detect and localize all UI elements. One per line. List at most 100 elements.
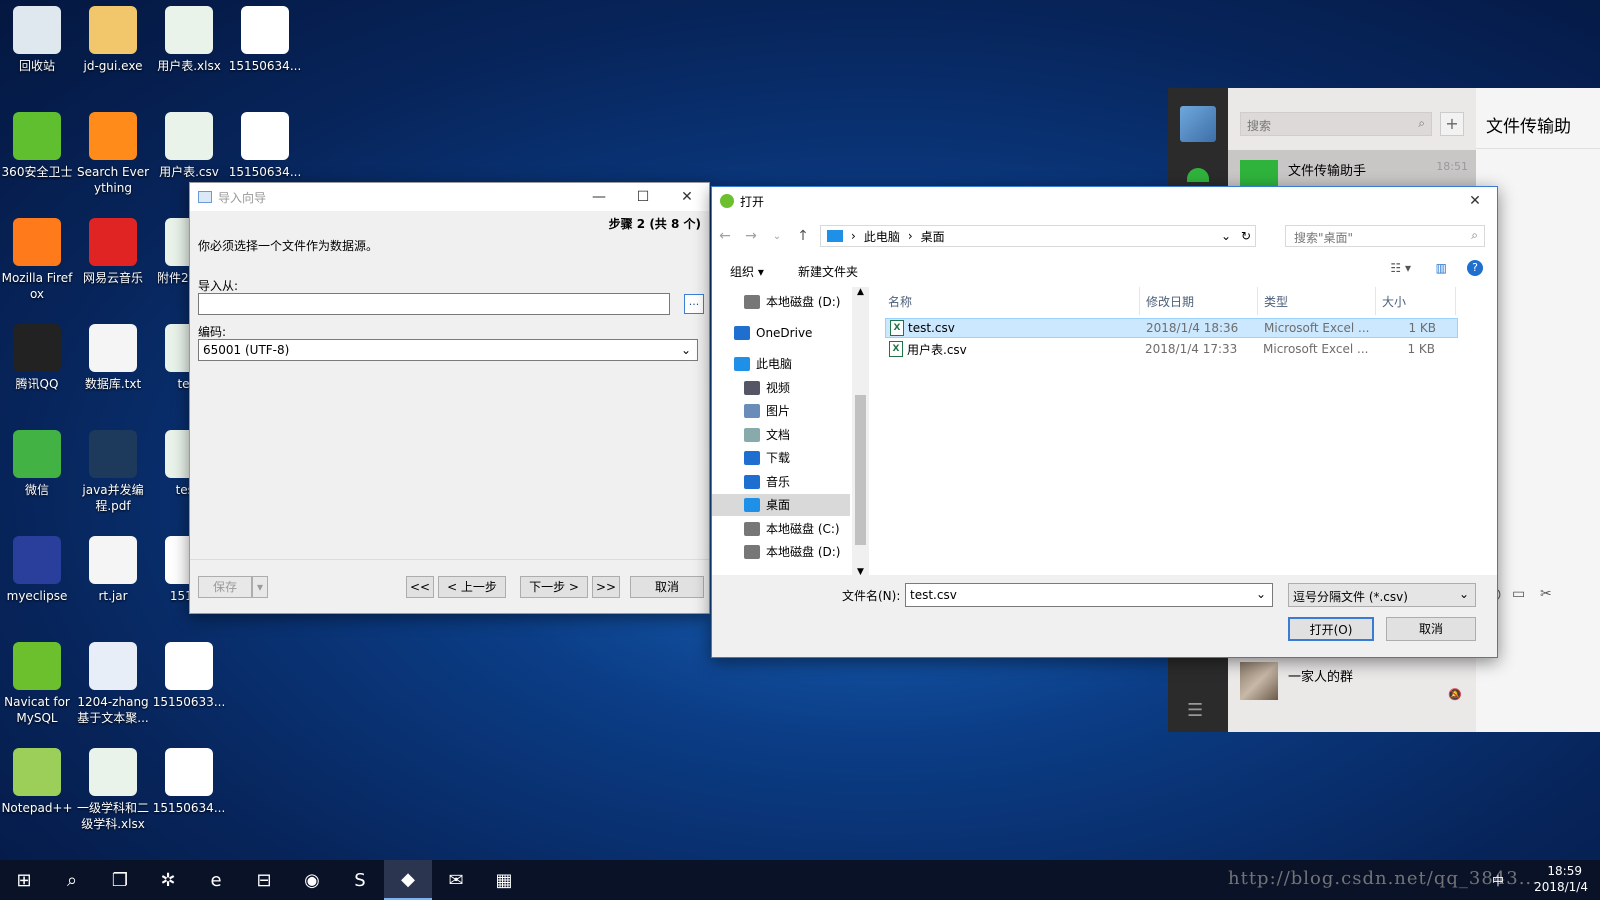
firefox-icon[interactable]: ◉ <box>288 860 336 900</box>
desktop-icon[interactable]: 用户表.csv <box>152 112 226 180</box>
previous-step-button[interactable]: < 上一步 <box>438 576 506 598</box>
wizard-cancel-button[interactable]: 取消 <box>630 576 704 598</box>
sogou-input-icon[interactable]: S <box>336 860 384 900</box>
refresh-icon[interactable]: ↻ <box>1241 229 1251 243</box>
conversation-item[interactable]: 文件传输助手 18:51 <box>1228 150 1476 186</box>
desktop-icon[interactable]: 15150633... <box>152 642 226 710</box>
folder-icon[interactable]: ▭ <box>1512 586 1525 602</box>
desktop-icon[interactable]: 360安全卫士 <box>0 112 74 180</box>
back-arrow-icon[interactable]: ← <box>712 228 738 244</box>
column-type[interactable]: 类型 <box>1258 287 1376 315</box>
search-input[interactable]: 搜索"桌面" ⌕ <box>1285 225 1485 247</box>
excel-chart-icon[interactable]: ▦ <box>480 860 528 900</box>
nav-item[interactable]: 音乐 <box>712 471 850 493</box>
desktop-icon[interactable]: 一级学科和二级学科.xlsx <box>76 748 150 832</box>
desktop-icon-label: jd-gui.exe <box>83 59 143 73</box>
new-folder-button[interactable]: 新建文件夹 <box>798 263 858 280</box>
search-icon[interactable]: ⌕ <box>48 860 96 900</box>
edge-icon[interactable]: e <box>192 860 240 900</box>
desktop-icon[interactable]: 数据库.txt <box>76 324 150 392</box>
help-icon[interactable]: ? <box>1467 260 1483 276</box>
nav-item[interactable]: 视频 <box>712 377 850 399</box>
open-cancel-button[interactable]: 取消 <box>1386 617 1476 641</box>
chevron-down-icon[interactable]: ⌄ <box>1221 229 1231 243</box>
nav-item[interactable]: 本地磁盘 (D:) <box>712 291 850 313</box>
wechat-search-input[interactable]: 搜索 ⌕ <box>1240 112 1432 136</box>
desktop-icon[interactable]: Mozilla Firefox <box>0 218 74 302</box>
column-size[interactable]: 大小 <box>1376 287 1456 315</box>
navigation-scrollbar[interactable]: ▲ ▼ <box>852 287 869 577</box>
scroll-thumb[interactable] <box>855 395 866 545</box>
recent-chevron-icon[interactable]: ⌄ <box>764 231 790 242</box>
nav-item[interactable]: 此电脑 <box>712 353 850 375</box>
file-type-filter[interactable]: 逗号分隔文件 (*.csv) ⌄ <box>1288 583 1476 607</box>
desktop-icon[interactable]: 腾讯QQ <box>0 324 74 392</box>
forward-arrow-icon[interactable]: → <box>738 228 764 244</box>
nav-item[interactable]: OneDrive <box>712 322 850 344</box>
nav-item[interactable]: 桌面 <box>712 494 850 516</box>
scissors-icon[interactable]: ✂ <box>1540 586 1552 602</box>
import-from-input[interactable] <box>198 293 670 315</box>
first-step-button[interactable]: << <box>406 576 434 598</box>
desktop-icon[interactable]: 15150634... <box>228 112 302 180</box>
desktop-icon[interactable]: 微信 <box>0 430 74 498</box>
file-row[interactable]: X 用户表.csv 2018/1/4 17:33 Microsoft Excel ..… <box>885 339 1458 359</box>
nav-item[interactable]: 下载 <box>712 447 850 469</box>
encoding-select[interactable]: 65001 (UTF-8) ⌄ <box>198 339 698 361</box>
column-date[interactable]: 修改日期 <box>1140 287 1258 315</box>
desktop-icon[interactable]: 回收站 <box>0 6 74 74</box>
menu-icon[interactable]: ☰ <box>1187 700 1203 721</box>
desktop-icon[interactable]: Navicat for MySQL <box>0 642 74 726</box>
clock-time[interactable]: 18:59 <box>1547 864 1582 878</box>
breadcrumb-desktop[interactable]: 桌面 <box>921 228 945 245</box>
desktop-icon[interactable]: 1204-zhang 基于文本聚... <box>76 642 150 726</box>
conversation-item[interactable]: 一家人的群 🔕 <box>1228 650 1476 712</box>
wizard-step-indicator: 步骤 2 (共 8 个) <box>608 217 701 231</box>
nav-item[interactable]: 本地磁盘 (C:) <box>712 518 850 540</box>
file-row[interactable]: Xtest.csv 2018/1/4 18:36 Microsoft Excel .… <box>885 318 1458 338</box>
desktop-icon[interactable]: Notepad++ <box>0 748 74 816</box>
close-button[interactable]: ✕ <box>1453 187 1497 215</box>
desktop-icon[interactable]: myeclipse <box>0 536 74 604</box>
minimize-button[interactable]: — <box>577 183 621 211</box>
desktop-icon[interactable]: jd-gui.exe <box>76 6 150 74</box>
desktop-icon[interactable]: 用户表.xlsx <box>152 6 226 74</box>
wechat-icon[interactable]: ✉ <box>432 860 480 900</box>
navicat-icon[interactable]: ◆ <box>384 860 432 900</box>
up-arrow-icon[interactable]: ↑ <box>790 228 816 244</box>
desktop-icon[interactable]: java并发编程.pdf <box>76 430 150 514</box>
store-icon[interactable]: ⊟ <box>240 860 288 900</box>
view-options-icon[interactable]: ☷ ▾ <box>1390 261 1411 275</box>
breadcrumb-this-pc[interactable]: 此电脑 <box>864 228 900 245</box>
open-button[interactable]: 打开(O) <box>1288 617 1374 641</box>
nav-item[interactable]: 文档 <box>712 424 850 446</box>
column-name[interactable]: 名称 <box>882 287 1140 315</box>
people-icon[interactable]: ✲ <box>144 860 192 900</box>
save-dropdown-button[interactable]: ▾ <box>252 576 268 598</box>
preview-pane-icon[interactable]: ▥ <box>1436 261 1447 275</box>
desktop-icon[interactable]: 15150634... <box>152 748 226 816</box>
last-step-button[interactable]: >> <box>592 576 620 598</box>
scroll-up-icon[interactable]: ▲ <box>852 287 869 297</box>
desktop-icon[interactable]: 15150634... <box>228 6 302 74</box>
desktop-icon[interactable]: 网易云音乐 <box>76 218 150 286</box>
maximize-button[interactable]: ☐ <box>621 183 665 211</box>
windows-start-icon[interactable]: ⊞ <box>0 860 48 900</box>
wechat-add-button[interactable]: + <box>1440 112 1464 136</box>
save-button[interactable]: 保存 <box>198 576 252 598</box>
ime-indicator[interactable]: 中 <box>1492 872 1504 889</box>
filename-input[interactable]: test.csv ⌄ <box>905 583 1273 607</box>
desktop-icon[interactable]: Search Everything <box>76 112 150 196</box>
nav-item[interactable]: 本地磁盘 (D:) <box>712 541 850 563</box>
next-step-button[interactable]: 下一步 > <box>520 576 588 598</box>
nav-item[interactable]: 图片 <box>712 400 850 422</box>
desktop-icon[interactable]: rt.jar <box>76 536 150 604</box>
address-bar[interactable]: › 此电脑 › 桌面 ⌄ ↻ <box>820 225 1256 247</box>
task-view-icon[interactable]: ❐ <box>96 860 144 900</box>
chat-bubble-icon[interactable] <box>1187 168 1209 182</box>
close-button[interactable]: ✕ <box>665 183 709 211</box>
clock-date[interactable]: 2018/1/4 <box>1534 880 1588 894</box>
browse-button[interactable]: ... <box>684 294 704 314</box>
wechat-avatar[interactable] <box>1180 106 1216 142</box>
organize-menu[interactable]: 组织 ▾ <box>730 263 764 280</box>
